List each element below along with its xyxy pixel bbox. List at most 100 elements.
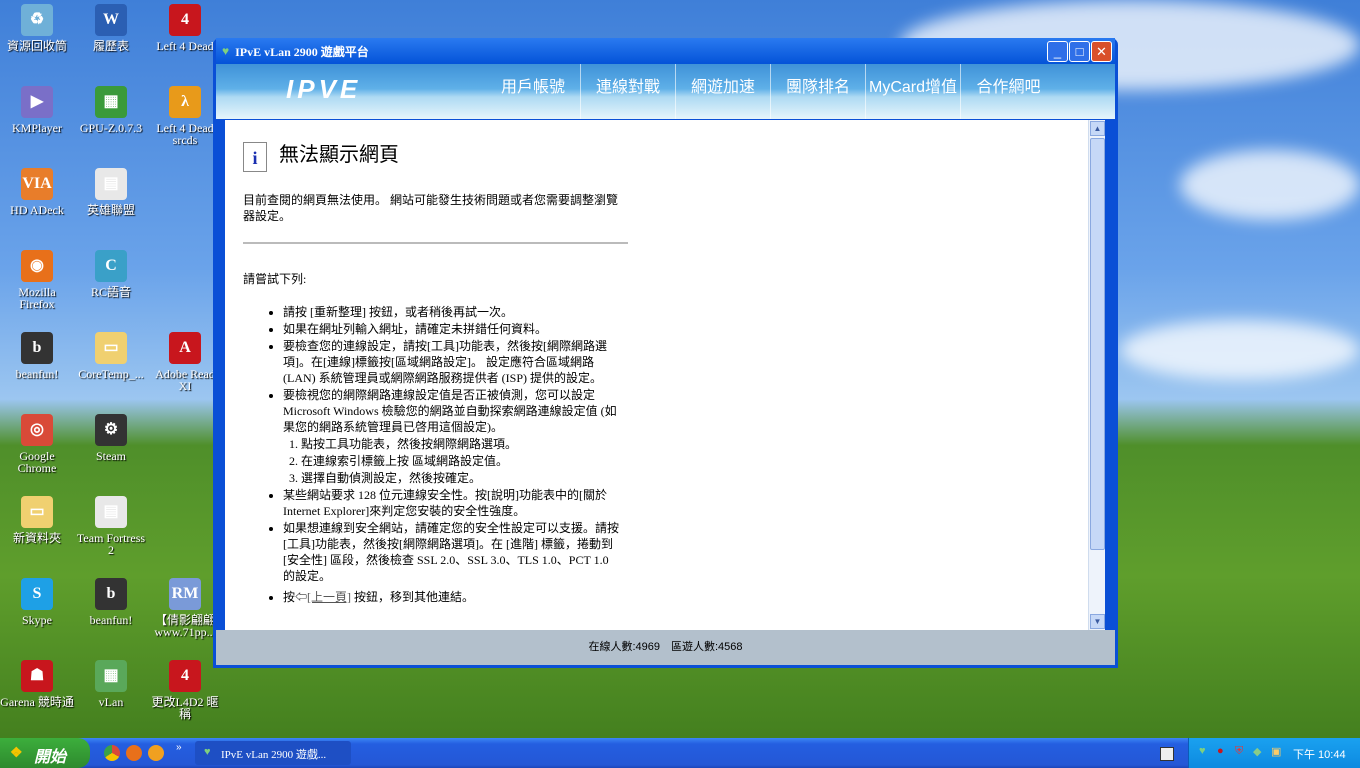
desktop-icon-image: 4 [169, 660, 201, 692]
desktop-icon-label: 英雄聯盟 [86, 203, 135, 217]
taskbar: ❖ 開始 » ♥ IPvE vLan 2900 遊戲... ♥ ● ⛨ ◆ ▣ 下午… [0, 738, 1360, 768]
scroll-thumb[interactable] [1090, 138, 1105, 550]
taskbar-window-button[interactable]: ♥ IPvE vLan 2900 遊戲... [195, 741, 351, 765]
status-bar: 在線人數:4969 區遊人數:4568 [216, 630, 1115, 665]
list-item: 要檢視您的網際網路連線設定值是否正被偵測，您可以設定 Microsoft Win… [283, 387, 623, 486]
desktop-icon[interactable]: ⚙ Steam [74, 412, 148, 462]
desktop-icon-label: Google Chrome [17, 449, 57, 475]
scroll-down-button[interactable]: ▼ [1090, 614, 1105, 629]
desktop-icon-image: W [95, 4, 127, 36]
desktop-icon[interactable]: ☗ Garena 競時通 [0, 658, 74, 708]
list-item: 要檢查您的連線設定，請按[工具]功能表，然後按[網際網路選項]。在[連線]標籤按… [283, 338, 623, 386]
desktop-icon-image: ▤ [95, 168, 127, 200]
desktop-icon-label: 更改L4D2 暱稱 [151, 695, 219, 721]
browser-content: i 無法顯示網頁 目前查閱的網頁無法使用。 網站可能發生技術問題或者您需要調整瀏… [225, 120, 1088, 630]
vlan-tray-icon[interactable]: ♥ [1199, 745, 1206, 757]
desktop-icon[interactable]: ▭ CoreTemp_... [74, 330, 148, 380]
desktop-icon[interactable]: RM 【倩影翩翩 www.71pp... [148, 576, 222, 638]
desktop-icon-label: 資源回收筒 [6, 39, 67, 53]
desktop-icon[interactable]: ▭ 新資料夾 [0, 494, 74, 544]
desktop-icon-image: ▭ [95, 332, 127, 364]
desktop-icon[interactable]: A Adobe Read XI [148, 330, 222, 392]
chrome-quicklaunch-icon[interactable] [104, 745, 120, 761]
vertical-scrollbar[interactable]: ▲ ▼ [1088, 120, 1105, 630]
desktop-icon[interactable]: W 履歷表 [74, 2, 148, 52]
desktop-icon-image: λ [169, 86, 201, 118]
window-title: IPvE vLan 2900 遊戲平台 [235, 44, 369, 59]
scroll-up-button[interactable]: ▲ [1090, 121, 1105, 136]
security-tray-icon[interactable]: ⛨ [1235, 745, 1243, 758]
desktop-icon-label: Team Fortress 2 [76, 531, 146, 557]
desktop-icon[interactable]: ▤ Team Fortress 2 [74, 494, 148, 556]
desktop-icon-image: ☗ [21, 660, 53, 692]
back-prefix: 按 [283, 590, 296, 604]
desktop-icon[interactable]: ◉ Mozilla Firefox [0, 248, 74, 310]
desktop-icon[interactable]: λ Left 4 Dead srcds [148, 84, 222, 146]
desktop-icon[interactable]: ▦ GPU-Z.0.7.3 [74, 84, 148, 134]
close-button[interactable]: ✕ [1091, 41, 1112, 62]
page-heading: 無法顯示網頁 [279, 144, 399, 166]
maximize-button[interactable]: □ [1069, 41, 1090, 62]
desktop-icon[interactable]: ▤ 英雄聯盟 [74, 166, 148, 216]
desktop-icon-label: beanfun! [89, 613, 133, 627]
windows-logo-icon: ❖ [10, 744, 23, 760]
back-suffix: 按鈕，移到其他連結。 [351, 590, 475, 604]
desktop-icon[interactable]: 4 更改L4D2 暱稱 [148, 658, 222, 720]
desktop-icon[interactable]: ▦ vLan [74, 658, 148, 708]
desktop-icon-image: ⚙ [95, 414, 127, 446]
desktop-icon[interactable]: b beanfun! [0, 330, 74, 380]
step: 點按工具功能表，然後按網際網路選項。 [301, 436, 623, 452]
nav-battle[interactable]: 連線對戰 [581, 64, 676, 119]
desktop-icon[interactable]: C RC語音 [74, 248, 148, 298]
nvidia-tray-icon[interactable]: ◆ [1253, 745, 1261, 758]
desktop-icon-label: Adobe Read XI [155, 367, 215, 393]
nav-account[interactable]: 用戶帳號 [486, 64, 581, 119]
desktop-icon-image: RM [169, 578, 201, 610]
step: 選擇自動偵測設定，然後按確定。 [301, 470, 623, 486]
desktop-icon-image: ▤ [95, 496, 127, 528]
desktop-icon-label: vLan [98, 695, 124, 709]
clock[interactable]: 下午 10:44 [1293, 746, 1346, 762]
app-icon: ♥ [222, 43, 230, 58]
back-arrow-icon: ⇦ [295, 590, 308, 604]
back-link[interactable]: [上一頁] [307, 590, 351, 604]
app-tray-icon[interactable]: ▣ [1271, 745, 1281, 758]
media-quicklaunch-icon[interactable] [148, 745, 164, 761]
nav-partner-cafe[interactable]: 合作網吧 [961, 64, 1056, 119]
title-bar[interactable]: ♥ IPvE vLan 2900 遊戲平台 [216, 38, 1115, 64]
desktop-icon-label: Steam [96, 449, 126, 463]
desktop-icon-label: Mozilla Firefox [18, 285, 56, 311]
start-label: 開始 [34, 749, 67, 766]
desktop-icon-label: beanfun! [15, 367, 59, 381]
desktop-icon-image: 4 [169, 4, 201, 36]
list-item-text: 要檢視您的網際網路連線設定值是否正被偵測，您可以設定 Microsoft Win… [283, 388, 617, 434]
nav-mycard[interactable]: MyCard增值 [866, 64, 961, 119]
desktop-icon[interactable]: ▶ KMPlayer [0, 84, 74, 134]
app-icon: ♥ [204, 746, 211, 758]
quicklaunch-chevron-icon[interactable]: » [176, 742, 182, 753]
desktop-icon[interactable]: S Skype [0, 576, 74, 626]
desktop-icon[interactable]: VIA HD ADeck [0, 166, 74, 216]
task-label: IPvE vLan 2900 遊戲... [221, 749, 327, 761]
nav-ranking[interactable]: 團隊排名 [771, 64, 866, 119]
list-item: 如果在網址列輸入網址，請確定未拼錯任何資料。 [283, 321, 623, 337]
firefox-quicklaunch-icon[interactable] [126, 745, 142, 761]
garena-tray-icon[interactable]: ● [1217, 745, 1224, 757]
desktop-icon-label: 新資料夾 [12, 531, 61, 545]
nav-accelerate[interactable]: 網遊加速 [676, 64, 771, 119]
desktop-icon[interactable]: ◎ Google Chrome [0, 412, 74, 474]
desktop-icon-image: ♻ [21, 4, 53, 36]
desktop-icon-label: Left 4 Dead srcds [156, 121, 214, 147]
app-window: ♥ IPvE vLan 2900 遊戲平台 _ □ ✕ IPVE 用戶帳號 連線… [213, 38, 1118, 668]
desktop-icon[interactable]: b beanfun! [74, 576, 148, 626]
divider [243, 242, 628, 244]
start-button[interactable]: ❖ 開始 [0, 738, 90, 768]
desktop-icon-image: ▶ [21, 86, 53, 118]
desktop-icon-image: C [95, 250, 127, 282]
keyboard-icon[interactable] [1160, 747, 1174, 761]
desktop-icon[interactable]: 4 Left 4 Dead [148, 2, 222, 52]
desktop-icon[interactable]: ♻ 資源回收筒 [0, 2, 74, 52]
minimize-button[interactable]: _ [1047, 41, 1068, 62]
desktop-icon-label: RC語音 [90, 285, 131, 299]
desktop-icon-label: Left 4 Dead [156, 39, 214, 53]
